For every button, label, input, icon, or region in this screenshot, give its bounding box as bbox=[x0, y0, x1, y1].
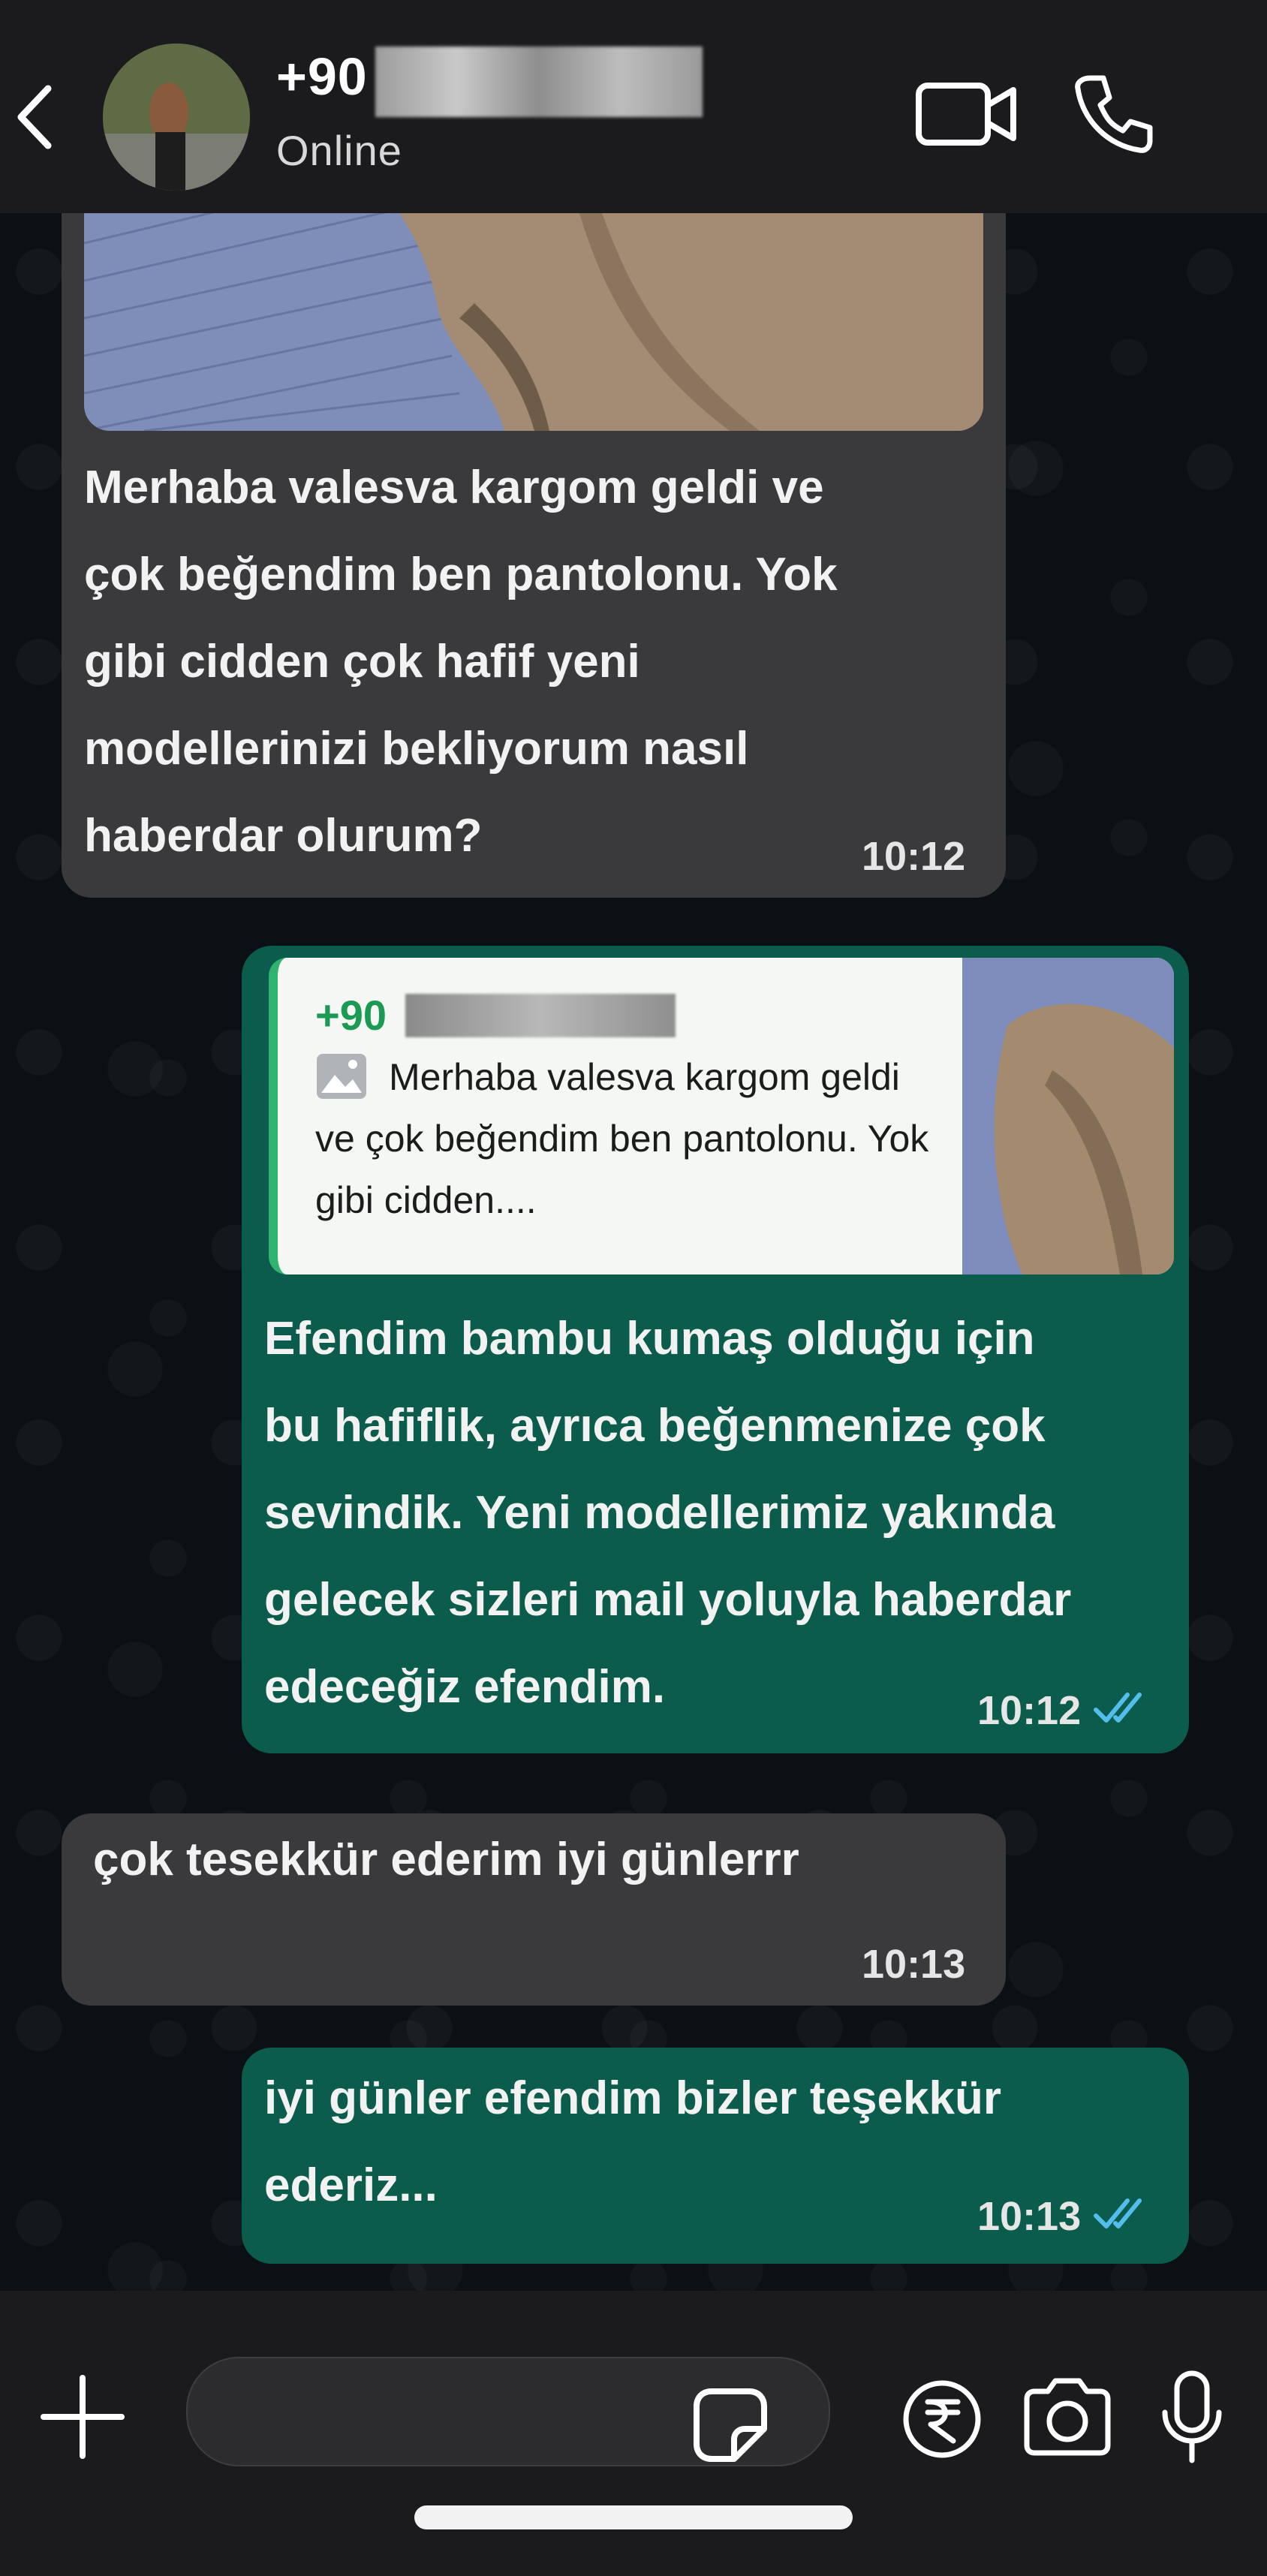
message-time: 10:12 bbox=[862, 834, 966, 879]
video-call-icon[interactable] bbox=[914, 78, 1019, 150]
quoted-reply[interactable]: +90 Merhaba valesva kargom geldi ve çok … bbox=[269, 958, 1174, 1274]
composer-bar bbox=[0, 2291, 1267, 2576]
reply-sender-redaction bbox=[405, 994, 676, 1037]
reply-sender: +90 bbox=[315, 992, 387, 1039]
back-chevron-icon[interactable] bbox=[12, 80, 57, 155]
plus-icon[interactable] bbox=[39, 2373, 126, 2460]
payment-rupee-icon[interactable] bbox=[901, 2378, 983, 2460]
message-bubble-incoming[interactable]: çok tesekkür ederim iyi günlerrr 10:13 bbox=[62, 1813, 1006, 2006]
message-time: 10:13 bbox=[862, 1942, 966, 1987]
avatar-photo bbox=[103, 44, 250, 191]
contact-avatar[interactable] bbox=[103, 44, 250, 191]
message-text: Merhaba valesva kargom geldi ve çok beğe… bbox=[84, 462, 838, 862]
read-receipt-icon bbox=[1094, 1693, 1142, 1723]
contact-status: Online bbox=[276, 127, 402, 174]
home-indicator[interactable] bbox=[414, 2505, 853, 2529]
message-time: 10:12 bbox=[977, 1688, 1082, 1733]
message-bubble-outgoing[interactable]: +90 Merhaba valesva kargom geldi ve çok … bbox=[242, 946, 1189, 1753]
phone-call-icon[interactable] bbox=[1072, 72, 1156, 156]
contact-name[interactable]: +90 bbox=[276, 47, 368, 107]
message-image[interactable] bbox=[84, 213, 983, 431]
chat-area[interactable]: Merhaba valesva kargom geldi ve çok beğe… bbox=[0, 213, 1267, 2291]
message-bubble-outgoing[interactable]: iyi günler efendim bizler teşekkür ederi… bbox=[242, 2048, 1189, 2264]
message-time: 10:13 bbox=[977, 2194, 1082, 2239]
sticker-icon[interactable] bbox=[689, 2384, 772, 2466]
read-receipt-icon bbox=[1094, 2198, 1142, 2228]
reply-text: Merhaba valesva kargom geldi ve çok beğe… bbox=[315, 1056, 929, 1221]
message-bubble-incoming[interactable]: Merhaba valesva kargom geldi ve çok beğe… bbox=[62, 213, 1006, 898]
message-text: çok tesekkür ederim iyi günlerrr bbox=[93, 1834, 799, 1885]
contact-number-redaction bbox=[375, 47, 703, 117]
chat-header: +90 Online bbox=[0, 0, 1267, 213]
camera-icon[interactable] bbox=[1021, 2375, 1114, 2457]
microphone-icon[interactable] bbox=[1154, 2369, 1229, 2465]
reply-thumbnail-image bbox=[962, 958, 1174, 1274]
message-text: Efendim bambu kumaş olduğu için bu hafif… bbox=[264, 1313, 1072, 1713]
